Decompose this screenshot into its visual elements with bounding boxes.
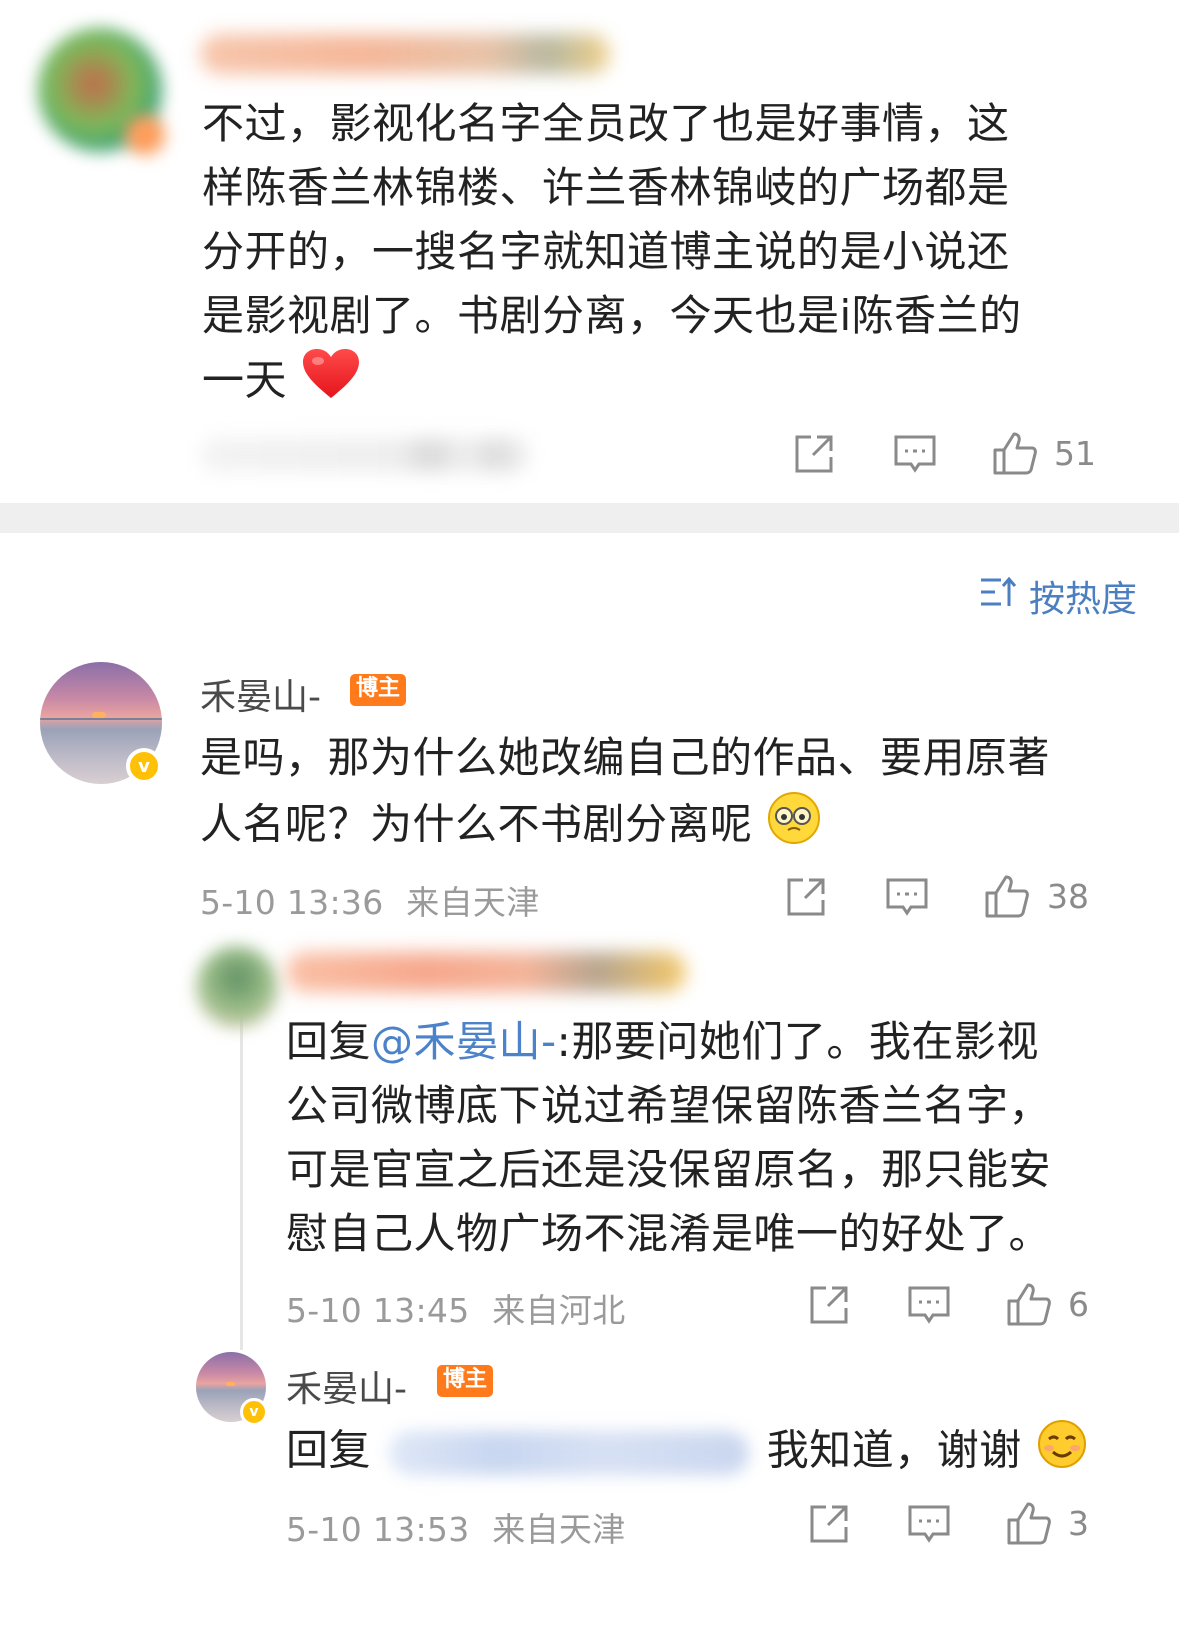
share-icon[interactable] xyxy=(808,1284,850,1326)
comment-line: 一天 xyxy=(202,348,1102,418)
reply-prefix: 回复 xyxy=(286,1425,372,1475)
comment-icon[interactable] xyxy=(907,1504,951,1546)
reply-prefix: 回复 xyxy=(286,1017,372,1066)
meta-blurred xyxy=(200,438,530,472)
reply-line: 慰自己人物广场不混淆是唯一的好处了。 xyxy=(286,1209,1052,1258)
heart-emoji-icon xyxy=(301,348,361,418)
comment-line: 分开的，一搜名字就知道博主说的是小说还 xyxy=(202,227,1010,276)
reply-line: 回复@禾晏山-:那要问她们了。我在影视 xyxy=(286,1010,1156,1074)
like-count: 6 xyxy=(1068,1285,1089,1324)
author-badge: 博主 xyxy=(350,674,407,706)
comment-text: 是吗，那为什么她改编自己的作品、要用原著 人名呢？为什么不书剧分离呢 xyxy=(200,726,1120,864)
comment-icon[interactable] xyxy=(907,1285,951,1327)
thread-line xyxy=(240,1010,243,1350)
like-count: 38 xyxy=(1047,877,1089,916)
sort-icon xyxy=(979,575,1017,618)
facepalm-emoji-icon xyxy=(766,790,822,864)
share-icon[interactable] xyxy=(793,433,835,475)
section-divider xyxy=(0,503,1179,533)
author-name[interactable]: 禾晏山- xyxy=(200,668,321,720)
author-name[interactable]: 禾晏山- xyxy=(286,1360,407,1412)
like-icon[interactable] xyxy=(984,873,1030,919)
like-count: 3 xyxy=(1068,1504,1089,1543)
author-badge: 博主 xyxy=(437,1365,494,1397)
comment-line: 是影视剧了。书剧分离，今天也是i陈香兰的 xyxy=(202,291,1022,340)
avatar-blurred[interactable] xyxy=(196,946,278,1028)
like-icon[interactable] xyxy=(1006,1500,1052,1546)
comment-line: 是吗，那为什么她改编自己的作品、要用原著 xyxy=(200,733,1051,782)
reply-meta: 5-10 13:53 来自天津 xyxy=(286,1503,626,1551)
comment-line: 人名呢？为什么不书剧分离呢 xyxy=(200,790,1120,864)
like-icon[interactable] xyxy=(1006,1281,1052,1327)
username-blurred[interactable] xyxy=(286,952,686,992)
comment-icon[interactable] xyxy=(885,877,929,919)
like-count: 51 xyxy=(1054,434,1096,473)
reply-line-text: 我知道，谢谢 xyxy=(766,1425,1022,1475)
reply-line: 可是官宣之后还是没保留原名，那只能安 xyxy=(286,1145,1052,1194)
comment-line-text: 人名呢？为什么不书剧分离呢 xyxy=(200,799,753,849)
username-blurred[interactable] xyxy=(200,34,610,74)
comment-line: 样陈香兰林锦楼、许兰香林锦岐的广场都是 xyxy=(202,163,1010,212)
reply-text: 回复 我知道，谢谢 xyxy=(286,1418,1156,1488)
comment-time: 5-10 13:36 xyxy=(200,883,384,922)
comment-location: 来自天津 xyxy=(406,883,540,922)
smile-emoji-icon xyxy=(1036,1418,1088,1488)
reply-text: 回复@禾晏山-:那要问她们了。我在影视 公司微博底下说过希望保留陈香兰名字， 可… xyxy=(286,1010,1156,1266)
like-icon[interactable] xyxy=(992,430,1038,476)
sort-button[interactable]: 按热度 xyxy=(979,570,1137,622)
comment-icon[interactable] xyxy=(893,434,937,476)
reply-line: 公司微博底下说过希望保留陈香兰名字， xyxy=(286,1081,1052,1130)
mention-link[interactable]: @禾晏山- xyxy=(371,1017,557,1066)
share-icon[interactable] xyxy=(808,1503,850,1545)
verified-icon: v xyxy=(240,1398,268,1426)
avatar-badge-blurred xyxy=(125,115,165,155)
verified-icon: v xyxy=(126,748,162,784)
comment-line-text: 一天 xyxy=(202,355,288,405)
sort-label: 按热度 xyxy=(1028,579,1137,620)
reply-meta: 5-10 13:45 来自河北 xyxy=(286,1284,626,1332)
reply-location: 来自河北 xyxy=(492,1291,626,1330)
comment-text: 不过，影视化名字全员改了也是好事情，这 样陈香兰林锦楼、许兰香林锦岐的广场都是 … xyxy=(202,92,1102,418)
comment-line: 不过，影视化名字全员改了也是好事情，这 xyxy=(202,99,1010,148)
comment-meta: 5-10 13:36 来自天津 xyxy=(200,876,540,924)
mention-blurred[interactable] xyxy=(388,1431,749,1475)
share-icon[interactable] xyxy=(785,876,827,918)
reply-time: 5-10 13:45 xyxy=(286,1291,470,1330)
reply-time: 5-10 13:53 xyxy=(286,1510,470,1549)
reply-line-text: :那要问她们了。我在影视 xyxy=(556,1017,1039,1066)
reply-location: 来自天津 xyxy=(492,1510,626,1549)
